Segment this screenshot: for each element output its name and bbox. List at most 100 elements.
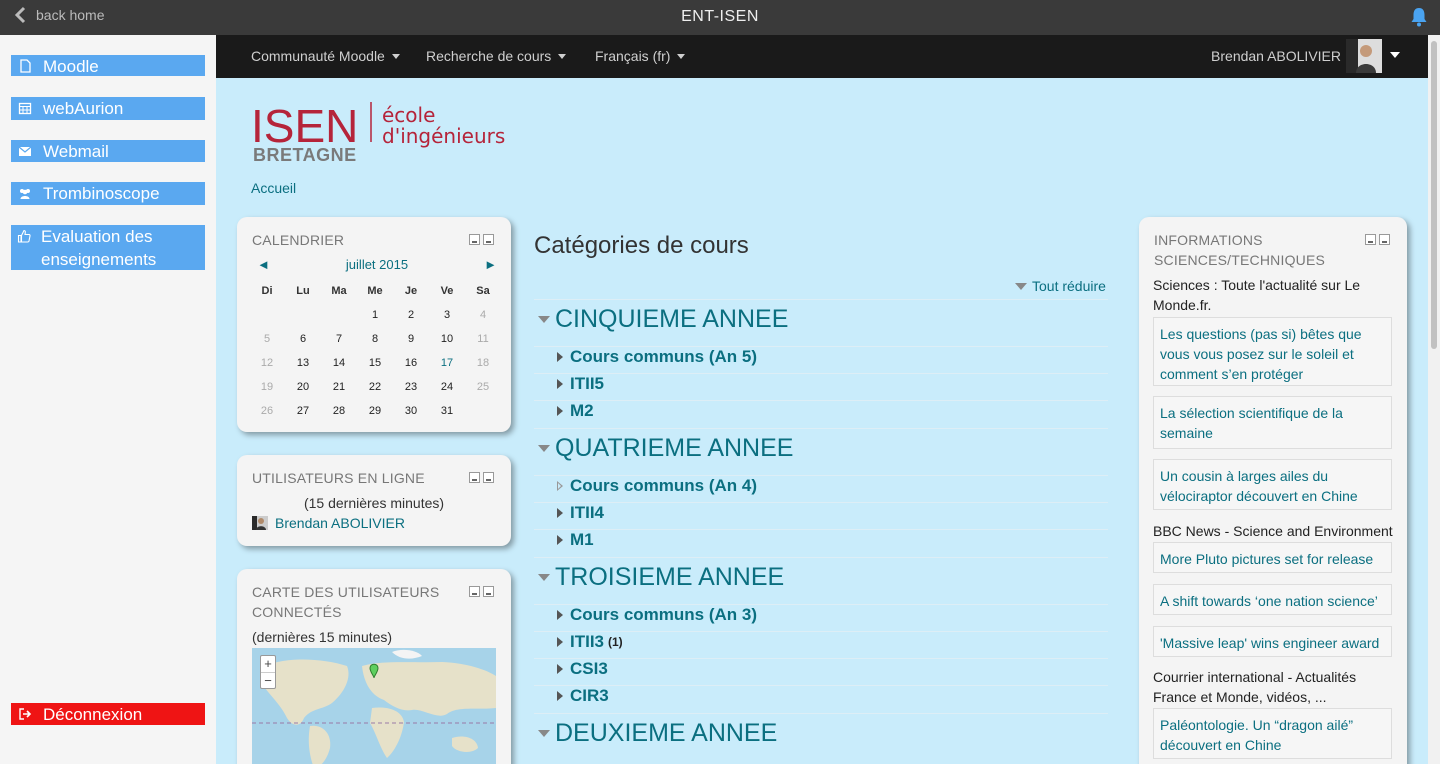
news-item-link[interactable]: La sélection scientifique de la semaine — [1153, 396, 1392, 449]
sidebar-item-label: Evaluation des enseignements — [41, 227, 157, 269]
subcategory-item[interactable]: CIR3 — [557, 686, 609, 706]
collapse-all-link[interactable]: Tout réduire — [1015, 278, 1106, 294]
breadcrumb-home[interactable]: Accueil — [251, 180, 296, 196]
calendar-day[interactable]: 26 — [249, 399, 285, 423]
calendar-day[interactable]: 27 — [285, 399, 321, 423]
dock-icon[interactable] — [483, 586, 494, 597]
calendar-day[interactable]: 1 — [357, 303, 393, 327]
category-year[interactable]: TROISIEME ANNEE — [538, 563, 784, 592]
subcategory-item[interactable]: ITII5 — [557, 374, 604, 394]
calendar-day[interactable]: 18 — [465, 351, 501, 375]
users-icon — [17, 182, 33, 200]
avatar[interactable] — [1346, 39, 1382, 73]
subcategory-item[interactable]: CSI3 — [557, 659, 608, 679]
map-zoom-in-button[interactable]: + — [261, 656, 275, 672]
calendar-day[interactable]: 19 — [249, 375, 285, 399]
category-year[interactable]: DEUXIEME ANNEE — [538, 719, 777, 748]
sidebar-item-label: Trombinoscope — [43, 184, 160, 203]
calendar-day[interactable]: 15 — [357, 351, 393, 375]
users-map-title: CARTE DES UTILISATEURS CONNECTÉS — [252, 584, 440, 620]
calendar-day[interactable]: 13 — [285, 351, 321, 375]
subcategory-item[interactable]: M2 — [557, 401, 594, 421]
nav-menu-communaute[interactable]: Communauté Moodle — [251, 48, 400, 64]
news-item-link[interactable]: A shift towards ‘one nation science’ — [1153, 584, 1392, 615]
map-zoom-out-button[interactable]: − — [261, 672, 275, 688]
calendar-day[interactable]: 10 — [429, 327, 465, 351]
nav-menu-language[interactable]: Français (fr) — [595, 48, 686, 64]
sidebar-item-webmail[interactable]: Webmail — [11, 140, 205, 162]
calendar-day[interactable]: 30 — [393, 399, 429, 423]
subcategory-item[interactable]: M1 — [557, 530, 594, 550]
minimize-icon[interactable] — [469, 586, 480, 597]
news-item-link[interactable]: Un cousin à larges ailes du vélociraptor… — [1153, 459, 1392, 510]
triangle-right-icon — [557, 664, 563, 674]
bell-icon[interactable] — [1410, 7, 1428, 27]
user-menu-name[interactable]: Brendan ABOLIVIER — [1211, 48, 1341, 64]
category-year[interactable]: QUATRIEME ANNEE — [538, 434, 793, 463]
sidebar-item-evaluation[interactable]: Evaluation des enseignements — [11, 225, 205, 270]
calendar-day[interactable]: 14 — [321, 351, 357, 375]
calendar-day[interactable]: 17 — [429, 351, 465, 375]
calendar-day — [321, 303, 357, 327]
calendar-day[interactable]: 22 — [357, 375, 393, 399]
minimize-icon[interactable] — [1365, 234, 1376, 245]
prev-month-button[interactable]: ◄ — [257, 257, 270, 272]
calendar-day[interactable]: 3 — [429, 303, 465, 327]
logo-bretagne-text: BRETAGNE — [253, 145, 357, 165]
category-year[interactable]: CINQUIEME ANNEE — [538, 305, 788, 334]
calendar-day[interactable]: 29 — [357, 399, 393, 423]
news-item-link[interactable]: 'Massive leap' wins engineer award — [1153, 626, 1392, 657]
calendar-day[interactable]: 24 — [429, 375, 465, 399]
minimize-icon[interactable] — [469, 472, 480, 483]
calendar-day[interactable]: 25 — [465, 375, 501, 399]
isen-logo[interactable]: ISEN BRETAGNE école d'ingénieurs — [251, 100, 511, 165]
calendar-block: CALENDRIER ◄ juillet 2015 ► Di Lu Ma Me … — [237, 217, 511, 432]
next-month-button[interactable]: ► — [484, 257, 497, 272]
dock-icon[interactable] — [483, 472, 494, 483]
world-map[interactable]: + − — [252, 648, 496, 764]
moodle-navbar: Communauté Moodle Recherche de cours Fra… — [216, 35, 1428, 78]
file-icon — [17, 55, 33, 73]
category-divider — [534, 373, 1108, 374]
news-item-link[interactable]: Paléontologie. Un “dragon ailé” découver… — [1153, 708, 1392, 759]
calendar-day[interactable]: 9 — [393, 327, 429, 351]
subcategory-item[interactable]: Cours communs (An 3) — [557, 605, 757, 625]
user-menu-caret-icon[interactable] — [1390, 52, 1400, 58]
dock-icon[interactable] — [1379, 234, 1390, 245]
subcategory-item[interactable]: Cours communs (An 5) — [557, 347, 757, 367]
online-user-link[interactable]: Brendan ABOLIVIER — [252, 515, 405, 531]
calendar-grid: Di Lu Ma Me Je Ve Sa 1 2 3 4 5 6 7 8 9 10 11 12 13 14… — [249, 279, 501, 423]
calendar-day[interactable]: 28 — [321, 399, 357, 423]
nav-menu-label: Communauté Moodle — [251, 48, 385, 64]
calendar-day[interactable]: 5 — [249, 327, 285, 351]
subcategory-item[interactable]: ITII3 (1) — [557, 632, 623, 652]
news-item-link[interactable]: More Pluto pictures set for release — [1153, 542, 1392, 573]
calendar-day[interactable]: 7 — [321, 327, 357, 351]
sidebar-item-trombinoscope[interactable]: Trombinoscope — [11, 182, 205, 205]
calendar-day[interactable]: 6 — [285, 327, 321, 351]
calendar-day[interactable]: 20 — [285, 375, 321, 399]
calendar-day[interactable]: 11 — [465, 327, 501, 351]
subcategory-item[interactable]: ITII4 — [557, 503, 604, 523]
subcategory-item[interactable]: Cours communs (An 4) — [557, 476, 757, 496]
dock-icon[interactable] — [483, 234, 494, 245]
sidebar-item-moodle[interactable]: Moodle — [11, 55, 205, 76]
calendar-day[interactable]: 16 — [393, 351, 429, 375]
block-controls — [469, 586, 494, 597]
category-year-label: DEUXIEME ANNEE — [555, 719, 778, 747]
minimize-icon[interactable] — [469, 234, 480, 245]
logout-button[interactable]: Déconnexion — [11, 703, 205, 725]
calendar-day[interactable]: 8 — [357, 327, 393, 351]
page-scrollbar[interactable] — [1428, 35, 1440, 764]
calendar-day[interactable]: 4 — [465, 303, 501, 327]
calendar-day[interactable]: 23 — [393, 375, 429, 399]
calendar-day[interactable]: 31 — [429, 399, 465, 423]
scrollbar-thumb[interactable] — [1431, 41, 1437, 349]
calendar-day[interactable]: 21 — [321, 375, 357, 399]
sidebar-item-webaurion[interactable]: webAurion — [11, 97, 205, 120]
calendar-day[interactable]: 12 — [249, 351, 285, 375]
nav-menu-recherche[interactable]: Recherche de cours — [426, 48, 567, 64]
news-item-link[interactable]: Les questions (pas si) bêtes que vous vo… — [1153, 317, 1392, 386]
calendar-day[interactable]: 2 — [393, 303, 429, 327]
calendar-month-label[interactable]: juillet 2015 — [346, 257, 408, 272]
